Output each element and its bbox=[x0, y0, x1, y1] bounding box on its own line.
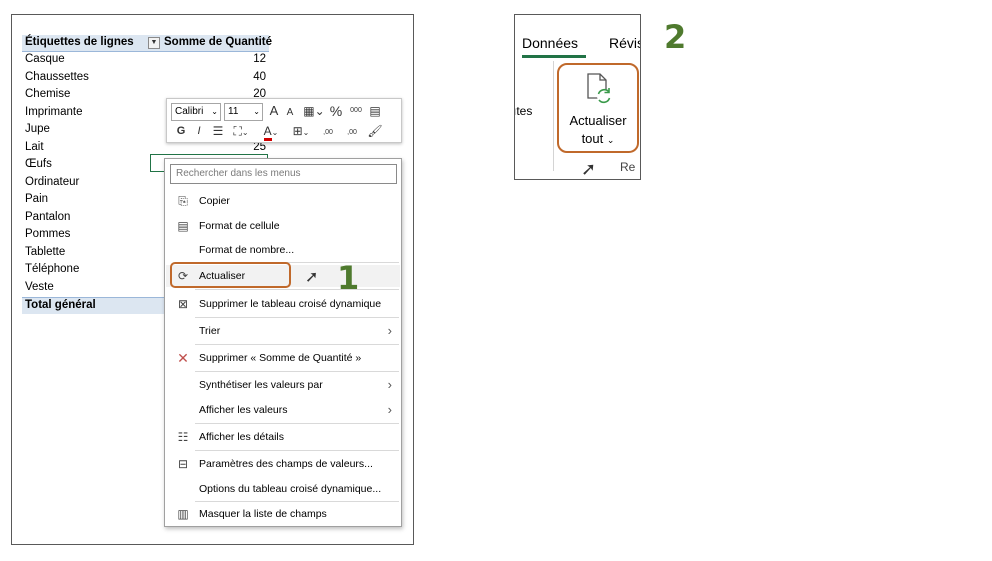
menu-item-copier[interactable]: ⎘ Copier bbox=[166, 190, 400, 212]
menu-item-format-cellule[interactable]: ▤ Format de cellule bbox=[166, 215, 400, 237]
chevron-right-icon: › bbox=[387, 402, 392, 417]
font-name-dropdown[interactable]: Calibri ⌄ bbox=[171, 103, 221, 121]
step-2-callout: 2 bbox=[664, 18, 687, 56]
decrease-decimal-button[interactable]: ,00 bbox=[341, 125, 363, 141]
chevron-down-icon: ⌄ bbox=[606, 135, 615, 145]
menu-item-trier[interactable]: Trier › bbox=[166, 320, 400, 342]
format-cells-icon: ▤ bbox=[177, 219, 189, 233]
active-tab-underline bbox=[522, 55, 586, 58]
pivot-row-label[interactable]: Lait bbox=[25, 141, 44, 153]
mouse-cursor-icon: ➚ bbox=[305, 269, 319, 286]
italic-button[interactable]: I bbox=[193, 123, 205, 139]
percent-style-button[interactable]: % bbox=[329, 103, 343, 119]
pivot-row-label[interactable]: Œufs bbox=[25, 158, 52, 170]
ribbon-excerpt-panel: Données Révis ıtes Actualiser tout ⌄ ➚ R… bbox=[514, 14, 641, 180]
row-labels-header: Étiquettes de lignes bbox=[25, 36, 134, 48]
copy-icon: ⎘ bbox=[178, 194, 188, 208]
menu-item-options-tcd[interactable]: Options du tableau croisé dynamique... bbox=[166, 478, 400, 500]
value-field-header: Somme de Quantité bbox=[164, 36, 272, 48]
field-settings-icon: ⊟ bbox=[177, 457, 189, 471]
mouse-cursor-icon: ➚ bbox=[581, 159, 597, 179]
pivot-row-label[interactable]: Chemise bbox=[25, 88, 70, 100]
format-painter-icon[interactable]: 🖌 bbox=[367, 123, 383, 139]
grand-total-label: Total général bbox=[25, 299, 96, 311]
pivot-row-label[interactable]: Veste bbox=[25, 281, 54, 293]
close-icon: ✕ bbox=[177, 350, 189, 366]
step-1-callout: 1 bbox=[337, 259, 360, 297]
fill-color-icon[interactable]: ⛶⌄ bbox=[229, 123, 253, 141]
shrink-font-icon[interactable]: A bbox=[283, 105, 297, 121]
group-label-partial: Re bbox=[620, 160, 636, 174]
pivot-row-label[interactable]: Pain bbox=[25, 193, 48, 205]
pivot-row-label[interactable]: Pantalon bbox=[25, 211, 70, 223]
menu-item-afficher-valeurs[interactable]: Afficher les valeurs › bbox=[166, 399, 400, 421]
pivot-row-value[interactable]: 12 bbox=[206, 53, 266, 65]
chevron-down-icon: ⌄ bbox=[253, 107, 260, 116]
grow-font-icon[interactable]: A bbox=[267, 103, 281, 119]
refresh-all-label-line1: Actualiser bbox=[569, 113, 627, 128]
menu-item-afficher-details[interactable]: ☷ Afficher les détails bbox=[166, 426, 400, 448]
tab-revision[interactable]: Révis bbox=[609, 35, 640, 51]
excel-worksheet-panel: Étiquettes de lignes ▼ Somme de Quantité… bbox=[11, 14, 414, 545]
pivot-row-value[interactable]: 40 bbox=[206, 71, 266, 83]
chevron-right-icon: › bbox=[387, 377, 392, 392]
mini-format-toolbar: Calibri ⌄ 11 ⌄ A A ▦⌄ % 000 ▤ G I ☰ ⛶⌄ A… bbox=[166, 98, 402, 143]
menu-item-masquer-liste[interactable]: ▥ Masquer la liste de champs bbox=[166, 503, 400, 525]
font-color-icon[interactable]: A⌄ bbox=[259, 123, 283, 141]
menu-separator bbox=[195, 423, 399, 424]
pivot-header-row: Étiquettes de lignes ▼ Somme de Quantité bbox=[22, 35, 272, 52]
increase-decimal-button[interactable]: ,00 bbox=[317, 125, 339, 141]
menu-item-format-nombre[interactable]: Format de nombre... bbox=[166, 239, 400, 261]
field-list-icon: ▥ bbox=[177, 507, 189, 521]
pivot-row-label[interactable]: Téléphone bbox=[25, 263, 79, 275]
bold-button[interactable]: G bbox=[175, 123, 187, 139]
menu-search-input[interactable]: Rechercher dans les menus bbox=[170, 164, 397, 184]
partial-group-label: ıtes bbox=[514, 104, 533, 118]
grand-total-row: Total général bbox=[22, 297, 172, 314]
menu-separator bbox=[195, 371, 399, 372]
pivot-row-label[interactable]: Imprimante bbox=[25, 106, 83, 118]
font-size-value: 11 bbox=[228, 106, 239, 117]
pivot-row-label[interactable]: Tablette bbox=[25, 246, 65, 258]
menu-item-synthetiser[interactable]: Synthétiser les valeurs par › bbox=[166, 374, 400, 396]
cell-styles-icon[interactable]: ▦⌄ bbox=[301, 103, 327, 119]
menu-separator bbox=[195, 501, 399, 502]
actualiser-highlight-box bbox=[170, 262, 291, 288]
delete-pivot-icon: ⊠ bbox=[177, 297, 189, 311]
menu-item-supprimer-somme[interactable]: ✕ Supprimer « Somme de Quantité » bbox=[166, 347, 400, 369]
pivot-row-label[interactable]: Ordinateur bbox=[25, 176, 79, 188]
menu-separator bbox=[195, 344, 399, 345]
format-painter-table-icon[interactable]: ▤ bbox=[367, 103, 383, 119]
menu-item-supprimer-tcd[interactable]: ⊠ Supprimer le tableau croisé dynamique bbox=[166, 293, 400, 315]
chevron-right-icon: › bbox=[387, 323, 392, 338]
font-name-value: Calibri bbox=[175, 106, 204, 117]
details-icon: ☷ bbox=[177, 430, 189, 444]
refresh-all-label-line2: tout ⌄ bbox=[581, 131, 615, 146]
refresh-all-button[interactable]: Actualiser tout ⌄ bbox=[557, 63, 639, 153]
context-menu: Rechercher dans les menus ⎘ Copier ▤ For… bbox=[164, 158, 402, 527]
menu-separator bbox=[195, 317, 399, 318]
tab-donnees[interactable]: Données bbox=[522, 35, 578, 51]
font-size-dropdown[interactable]: 11 ⌄ bbox=[224, 103, 263, 121]
pivot-row-label[interactable]: Pommes bbox=[25, 228, 70, 240]
chevron-down-icon: ⌄ bbox=[211, 107, 218, 116]
borders-icon[interactable]: ⊞⌄ bbox=[289, 123, 313, 141]
menu-separator bbox=[195, 450, 399, 451]
filter-dropdown-button[interactable]: ▼ bbox=[148, 37, 160, 49]
thousands-separator-button[interactable]: 000 bbox=[347, 103, 365, 119]
pivot-row-label[interactable]: Chaussettes bbox=[25, 71, 89, 83]
refresh-all-icon bbox=[587, 73, 611, 104]
ribbon-group-divider bbox=[553, 61, 554, 171]
align-center-icon[interactable]: ☰ bbox=[211, 123, 225, 139]
menu-separator bbox=[195, 289, 399, 290]
pivot-row-label[interactable]: Jupe bbox=[25, 123, 50, 135]
menu-item-parametres-champs[interactable]: ⊟ Paramètres des champs de valeurs... bbox=[166, 453, 400, 475]
pivot-row-label[interactable]: Casque bbox=[25, 53, 65, 65]
